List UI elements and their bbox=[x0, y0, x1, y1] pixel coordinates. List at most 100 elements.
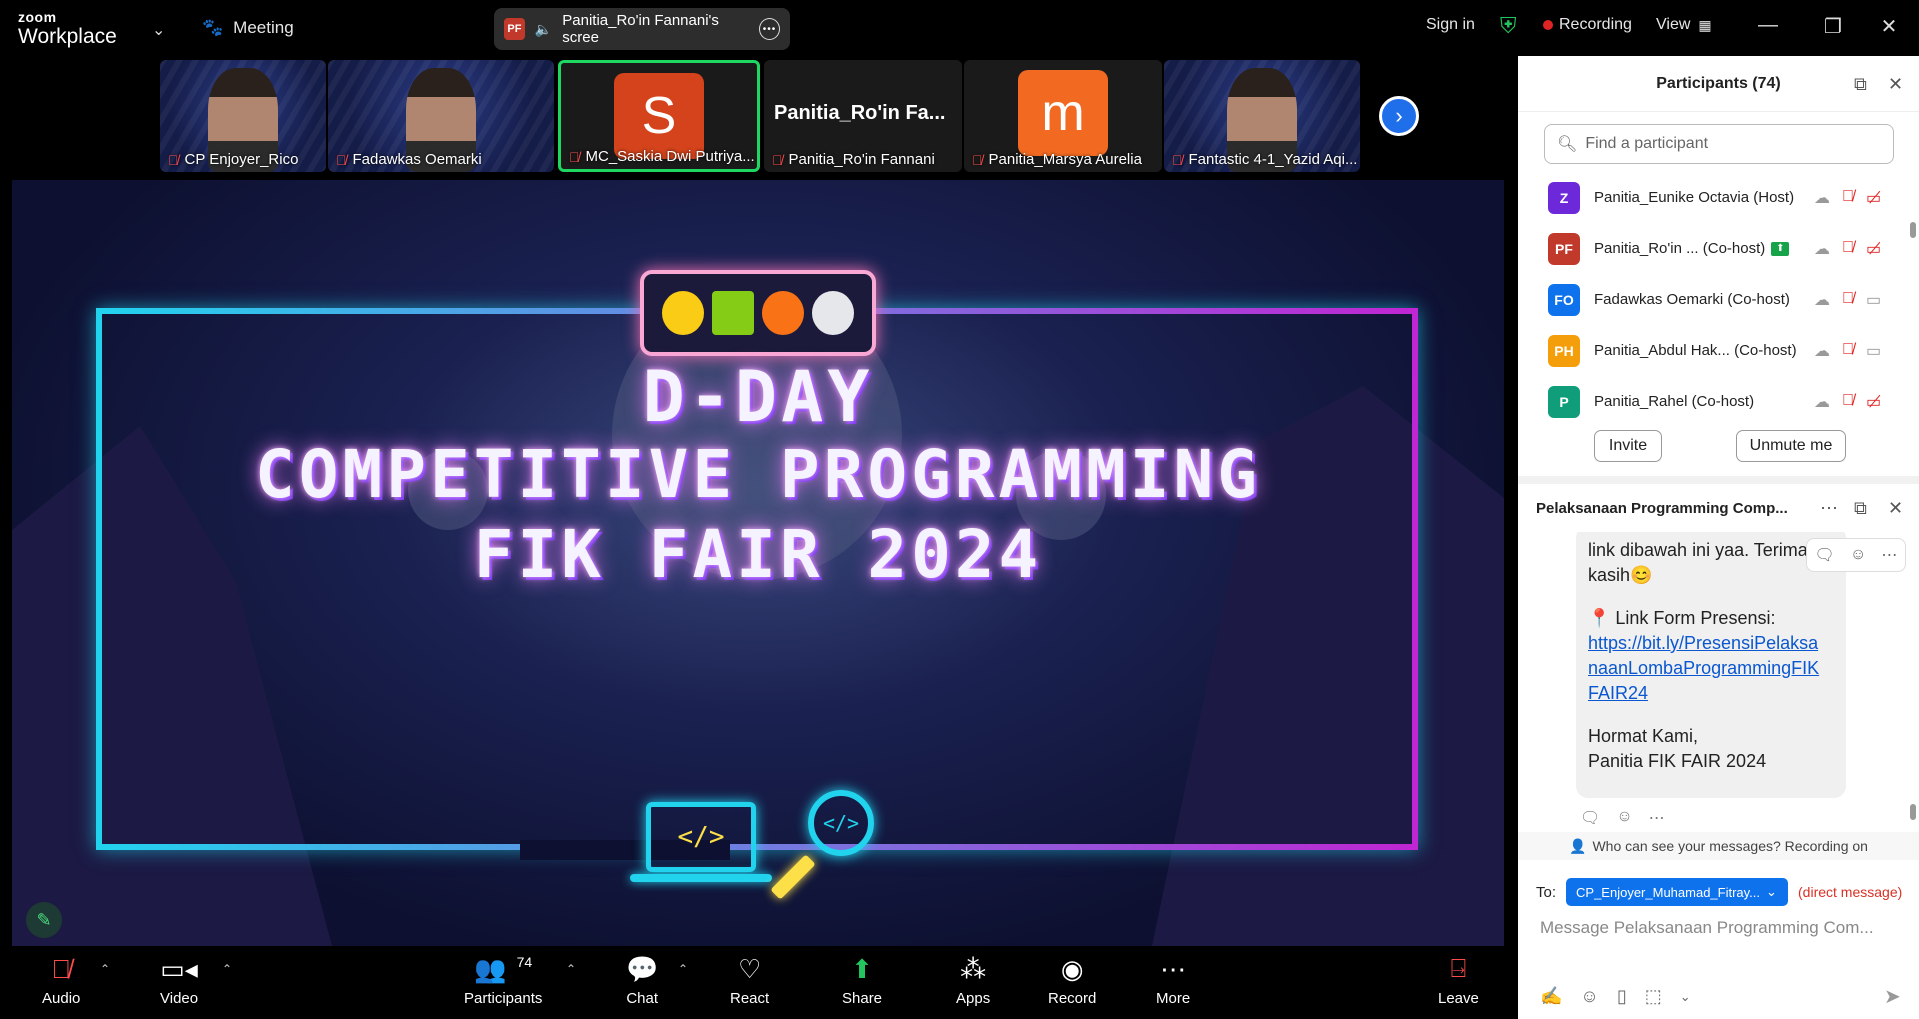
chevron-up-icon[interactable]: ⌃ bbox=[678, 962, 688, 976]
scrollbar-thumb[interactable] bbox=[1910, 804, 1916, 820]
video-tile[interactable]: 🎙̸ CP Enjoyer_Rico bbox=[160, 60, 326, 172]
mic-muted-icon[interactable]: 🎙̸ bbox=[1842, 188, 1854, 208]
slide-title-line3: FIK FAIR 2024 bbox=[473, 516, 1043, 593]
video-button[interactable]: ▭◂ Video bbox=[160, 954, 198, 1008]
apps-button[interactable]: ⁂ Apps bbox=[956, 954, 991, 1008]
shield-check-icon[interactable]: ⛨ bbox=[1500, 13, 1517, 39]
meeting-info-button[interactable]: 🐾 Meeting bbox=[202, 18, 294, 38]
presence-form-link[interactable]: naanLombaProgrammingFIK bbox=[1588, 658, 1819, 678]
mic-muted-icon[interactable]: 🎙̸ bbox=[1842, 392, 1854, 412]
message-actions: 🗨 ☺ ⋯ bbox=[1580, 808, 1665, 828]
audio-button[interactable]: 🎙̸ Audio bbox=[42, 954, 80, 1008]
emoji-icon[interactable]: ☺ bbox=[1580, 986, 1598, 1007]
mic-muted-icon[interactable]: 🎙̸ bbox=[1842, 239, 1854, 259]
participant-search-input[interactable]: 🔍︎ Find a participant bbox=[1544, 124, 1894, 164]
share-button[interactable]: ⬆ Share bbox=[842, 953, 882, 1008]
video-off-icon[interactable]: ▭̸ bbox=[1866, 392, 1881, 412]
chevron-up-icon[interactable]: ⌃ bbox=[222, 962, 232, 976]
participant-name: Panitia_Abdul Hak... (Co-host) bbox=[1594, 342, 1797, 359]
more-dots-icon[interactable]: ⋯ bbox=[1649, 808, 1665, 828]
more-dots-icon[interactable]: ⋯ bbox=[1881, 545, 1897, 565]
reply-icon[interactable]: 🗨 bbox=[1815, 545, 1835, 565]
scrollbar-thumb[interactable] bbox=[1910, 222, 1916, 238]
unmute-me-button[interactable]: Unmute me bbox=[1736, 430, 1846, 462]
video-tile[interactable]: 🎙̸ Fantastic 4-1_Yazid Aqi... bbox=[1164, 60, 1360, 172]
recipient-dropdown[interactable]: CP_Enjoyer_Muhamad_Fitray... ⌄ bbox=[1566, 878, 1789, 906]
participant-scrollbar[interactable] bbox=[1910, 172, 1916, 472]
chat-header: Pelaksanaan Programming Comp... ⋯ ⧉ ✕ bbox=[1518, 484, 1919, 532]
participant-row[interactable]: Z Panitia_Eunike Octavia (Host) ☁ 🎙̸ ▭̸ bbox=[1518, 172, 1910, 223]
chevron-down-icon[interactable]: ⌄ bbox=[152, 20, 165, 40]
minimize-button[interactable]: — bbox=[1753, 14, 1783, 37]
chevron-down-icon[interactable]: ⌄ bbox=[1680, 989, 1691, 1005]
annotate-pencil-icon[interactable]: ✎ bbox=[26, 902, 62, 938]
leave-button[interactable]: ⍈ Leave bbox=[1438, 953, 1479, 1007]
message-text: 📍 Link Form Presensi: bbox=[1588, 608, 1776, 628]
avatar: FO bbox=[1548, 283, 1580, 316]
close-icon[interactable]: ✕ bbox=[1888, 498, 1903, 519]
pop-out-icon[interactable]: ⧉ bbox=[1854, 74, 1867, 95]
record-label: Record bbox=[1048, 990, 1097, 1007]
participants-count: 74 bbox=[516, 954, 533, 970]
video-off-icon[interactable]: ▭̸ bbox=[1866, 188, 1881, 208]
pop-out-icon[interactable]: ⧉ bbox=[1854, 498, 1867, 519]
format-text-icon[interactable]: ✍ bbox=[1540, 986, 1562, 1007]
leave-door-icon: ⍈ bbox=[1450, 953, 1467, 983]
emoji-react-icon[interactable]: ☺ bbox=[1850, 546, 1866, 564]
chevron-right-icon: › bbox=[1395, 103, 1403, 128]
more-options-icon[interactable]: ••• bbox=[759, 18, 780, 40]
presence-form-link[interactable]: FAIR24 bbox=[1588, 683, 1648, 703]
recipient-value: CP_Enjoyer_Muhamad_Fitray... bbox=[1576, 884, 1761, 900]
apps-label: Apps bbox=[956, 990, 991, 1007]
gallery-next-button[interactable]: › bbox=[1379, 96, 1419, 136]
video-tile[interactable]: 🎙̸ Fadawkas Oemarki bbox=[328, 60, 554, 172]
video-tile[interactable]: Panitia_Ro'in Fa... 🎙̸ Panitia_Ro'in Fann… bbox=[764, 60, 962, 172]
record-button[interactable]: ◉ Record bbox=[1048, 954, 1097, 1008]
chat-button[interactable]: 💬 Chat bbox=[626, 954, 659, 1008]
invite-button[interactable]: Invite bbox=[1594, 430, 1662, 462]
participants-button[interactable]: 👥 74 Participants bbox=[464, 954, 542, 1008]
share-arrow-icon: ⬆ bbox=[851, 953, 873, 984]
participant-row[interactable]: PF Panitia_Ro'in ... (Co-host) ⬆ ☁ 🎙̸ ▭̸ bbox=[1518, 223, 1910, 274]
video-icon[interactable]: ▭ bbox=[1866, 290, 1881, 310]
screen-share-indicator[interactable]: PF 🔈 Panitia_Ro'in Fannani's scree ••• bbox=[494, 8, 790, 50]
view-button[interactable]: View ▦ bbox=[1656, 16, 1712, 34]
video-off-icon[interactable]: ▭̸ bbox=[1866, 239, 1881, 259]
chat-message-input[interactable]: Message Pelaksanaan Programming Com... bbox=[1540, 918, 1906, 938]
presence-form-link[interactable]: https://bit.ly/PresensiPelaksa bbox=[1588, 633, 1818, 653]
participant-row[interactable]: FO Fadawkas Oemarki (Co-host) ☁ 🎙̸ ▭ bbox=[1518, 274, 1910, 325]
search-icon: 🔍︎ bbox=[1557, 136, 1578, 153]
video-tile[interactable]: m 🎙̸ Panitia_Marsya Aurelia bbox=[964, 60, 1162, 172]
file-icon[interactable]: ▯ bbox=[1617, 986, 1627, 1007]
close-icon[interactable]: ✕ bbox=[1888, 74, 1903, 95]
screenshot-icon[interactable]: ⬚ bbox=[1645, 986, 1662, 1007]
tile-name: 🎙̸ MC_Saskia Dwi Putriya... bbox=[569, 148, 755, 165]
more-button[interactable]: ⋯ More bbox=[1156, 954, 1190, 1008]
speaker-icon: 🔈 bbox=[534, 20, 553, 37]
participant-row[interactable]: PH Panitia_Abdul Hak... (Co-host) ☁ 🎙̸ ▭ bbox=[1518, 325, 1910, 376]
reply-icon[interactable]: 🗨 bbox=[1580, 808, 1600, 828]
video-icon[interactable]: ▭ bbox=[1866, 341, 1881, 361]
tile-name-text: Fadawkas Oemarki bbox=[352, 151, 482, 168]
mic-muted-icon[interactable]: 🎙̸ bbox=[1842, 341, 1854, 361]
chevron-up-icon[interactable]: ⌃ bbox=[566, 962, 576, 976]
recording-indicator[interactable]: Recording bbox=[1543, 16, 1632, 34]
react-button[interactable]: ♡ React bbox=[730, 953, 769, 1008]
close-window-button[interactable]: ✕ bbox=[1874, 14, 1904, 39]
chat-title: Pelaksanaan Programming Comp... bbox=[1536, 499, 1788, 517]
privacy-notice[interactable]: 👤 Who can see your messages? Recording o… bbox=[1518, 832, 1919, 860]
view-label: View bbox=[1656, 16, 1691, 33]
video-tile-active-speaker[interactable]: S 🎙̸ MC_Saskia Dwi Putriya... bbox=[558, 60, 760, 172]
send-icon[interactable]: ➤ bbox=[1884, 984, 1901, 1009]
mic-muted-icon[interactable]: 🎙̸ bbox=[1842, 290, 1854, 310]
participant-status-icons: ☁ 🎙̸ ▭ bbox=[1814, 341, 1881, 361]
heart-icon: ♡ bbox=[737, 953, 762, 984]
chat-label: Chat bbox=[626, 990, 659, 1007]
participant-row[interactable]: P Panitia_Rahel (Co-host) ☁ 🎙̸ ▭̸ bbox=[1518, 376, 1910, 427]
restore-button[interactable]: ❐ bbox=[1818, 14, 1848, 39]
more-dots-icon[interactable]: ⋯ bbox=[1820, 498, 1838, 519]
message-text: link dibawah ini yaa. Terima bbox=[1588, 540, 1808, 560]
chevron-up-icon[interactable]: ⌃ bbox=[100, 962, 110, 976]
emoji-react-icon[interactable]: ☺ bbox=[1616, 808, 1632, 828]
sign-in-link[interactable]: Sign in bbox=[1426, 16, 1475, 34]
